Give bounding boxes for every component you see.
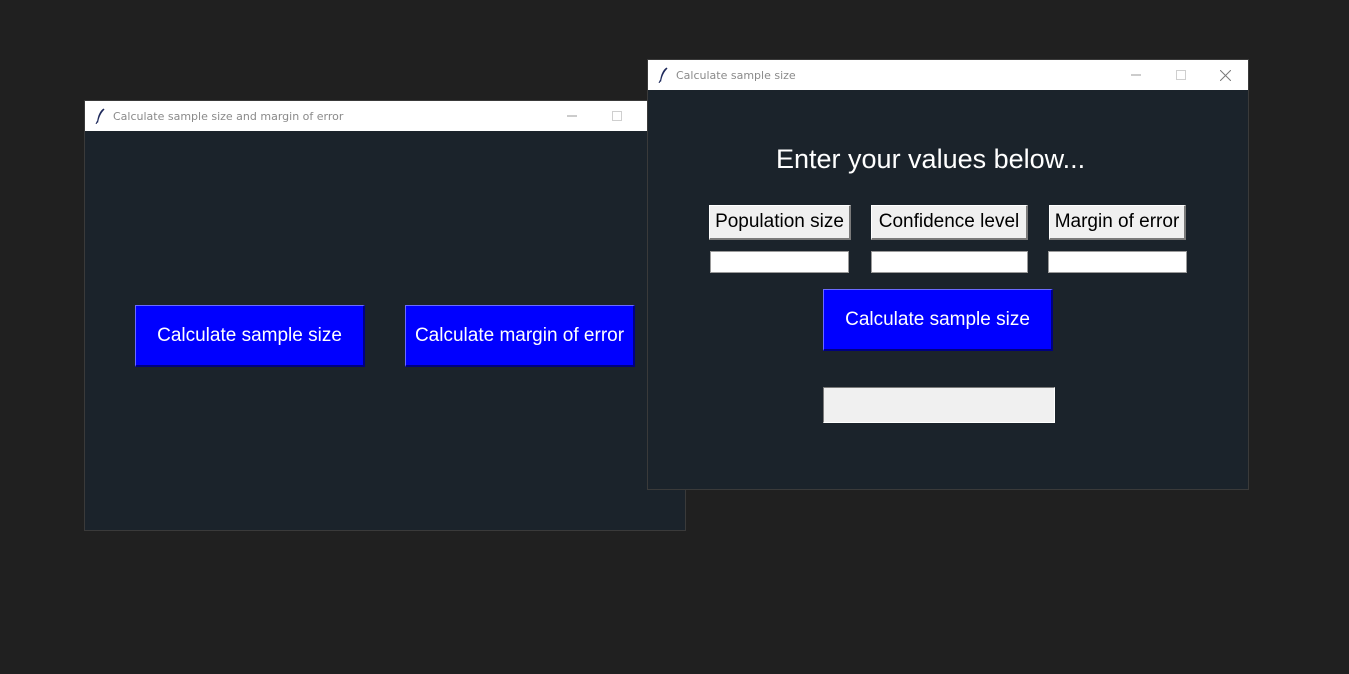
- margin-of-error-input[interactable]: [1048, 251, 1187, 273]
- confidence-level-label: Confidence level: [871, 205, 1028, 240]
- sample-size-window: Calculate sample size Enter your values …: [647, 59, 1249, 490]
- sample-size-window-titlebar[interactable]: Calculate sample size: [648, 60, 1248, 90]
- instructions-heading: Enter your values below...: [776, 144, 1086, 174]
- minimize-button[interactable]: [549, 101, 594, 131]
- confidence-level-input[interactable]: [871, 251, 1028, 273]
- calculate-sample-size-submit-button[interactable]: Calculate sample size: [823, 289, 1053, 351]
- sample-size-window-title: Calculate sample size: [676, 68, 796, 82]
- tk-feather-icon: [95, 108, 105, 125]
- tk-feather-icon: [658, 67, 668, 84]
- minimize-button[interactable]: [1113, 60, 1158, 90]
- close-button[interactable]: [1203, 60, 1248, 90]
- margin-of-error-label: Margin of error: [1049, 205, 1186, 240]
- close-icon: [1220, 69, 1231, 81]
- calculate-margin-of-error-button[interactable]: Calculate margin of error: [405, 305, 635, 367]
- maximize-icon: [1175, 70, 1186, 80]
- maximize-icon: [611, 111, 622, 121]
- main-window-title: Calculate sample size and margin of erro…: [113, 109, 344, 123]
- main-window-titlebar[interactable]: Calculate sample size and margin of erro…: [85, 101, 685, 131]
- minimize-icon: [1130, 70, 1141, 80]
- population-size-label: Population size: [709, 205, 851, 240]
- result-display: [823, 387, 1055, 423]
- maximize-button[interactable]: [594, 101, 639, 131]
- population-size-input[interactable]: [710, 251, 849, 273]
- minimize-icon: [566, 111, 577, 121]
- main-window: Calculate sample size and margin of erro…: [84, 100, 686, 531]
- maximize-button[interactable]: [1158, 60, 1203, 90]
- calculate-sample-size-button[interactable]: Calculate sample size: [135, 305, 365, 367]
